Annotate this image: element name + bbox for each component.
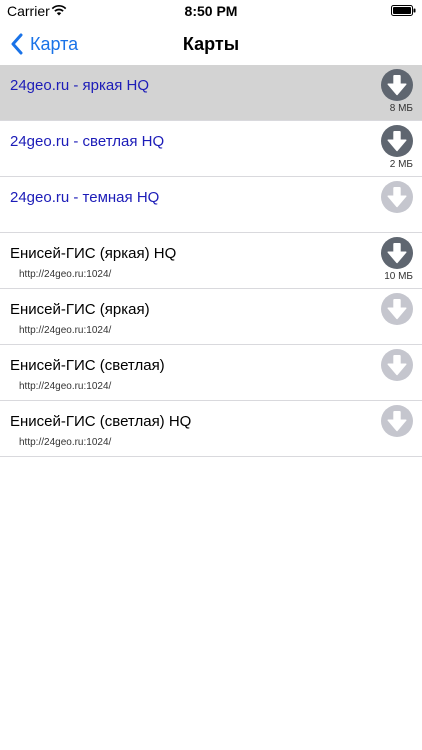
map-url: http://24geo.ru:1024/ bbox=[19, 437, 112, 448]
map-row[interactable]: Енисей-ГИС (светлая) HQ http://24geo.ru:1… bbox=[0, 401, 422, 457]
map-url: http://24geo.ru:1024/ bbox=[19, 325, 112, 336]
file-size: 8 МБ bbox=[389, 103, 413, 114]
download-arrow-icon bbox=[381, 405, 413, 437]
navigation-bar: Карта Карты bbox=[0, 22, 422, 66]
map-title: Енисей-ГИС (светлая) bbox=[10, 357, 165, 374]
status-bar: Carrier 8:50 PM bbox=[0, 0, 422, 22]
map-title: 24geo.ru - светлая HQ bbox=[10, 133, 165, 150]
battery-icon bbox=[391, 5, 416, 16]
download-button bbox=[380, 348, 414, 382]
map-title: Енисей-ГИС (яркая) bbox=[10, 301, 150, 318]
map-title: 24geo.ru - темная HQ bbox=[10, 189, 160, 206]
download-button bbox=[380, 404, 414, 438]
download-arrow-icon bbox=[381, 349, 413, 381]
page-title: Карты bbox=[182, 34, 240, 54]
download-button bbox=[380, 292, 414, 326]
map-title: 24geo.ru - яркая HQ bbox=[10, 77, 150, 94]
download-arrow-icon bbox=[381, 125, 413, 157]
map-row[interactable]: Енисей-ГИС (яркая) http://24geo.ru:1024/ bbox=[0, 289, 422, 345]
download-arrow-icon bbox=[381, 293, 413, 325]
map-row[interactable]: Енисей-ГИС (светлая) http://24geo.ru:1024… bbox=[0, 345, 422, 401]
download-button[interactable] bbox=[380, 124, 414, 158]
download-button[interactable] bbox=[380, 236, 414, 270]
map-title: Енисей-ГИС (яркая) HQ bbox=[10, 245, 177, 262]
download-button bbox=[380, 180, 414, 214]
map-row[interactable]: 24geo.ru - светлая HQ 2 МБ bbox=[0, 121, 422, 177]
file-size: 10 МБ bbox=[384, 271, 413, 282]
map-title: Енисей-ГИС (светлая) HQ bbox=[10, 413, 192, 430]
download-arrow-icon bbox=[381, 181, 413, 213]
status-time: 8:50 PM bbox=[184, 3, 238, 19]
download-arrow-icon bbox=[381, 69, 413, 101]
map-row[interactable]: Енисей-ГИС (яркая) HQ http://24geo.ru:102… bbox=[0, 233, 422, 289]
download-arrow-icon bbox=[381, 237, 413, 269]
download-button[interactable] bbox=[380, 68, 414, 102]
map-row[interactable]: 24geo.ru - яркая HQ 8 МБ bbox=[0, 65, 422, 121]
file-size: 2 МБ bbox=[389, 159, 413, 170]
map-url: http://24geo.ru:1024/ bbox=[19, 381, 112, 392]
maps-list: 24geo.ru - яркая HQ 8 МБ 24geo.ru - светла… bbox=[0, 65, 422, 457]
map-url: http://24geo.ru:1024/ bbox=[19, 269, 112, 280]
map-row[interactable]: 24geo.ru - темная HQ bbox=[0, 177, 422, 233]
